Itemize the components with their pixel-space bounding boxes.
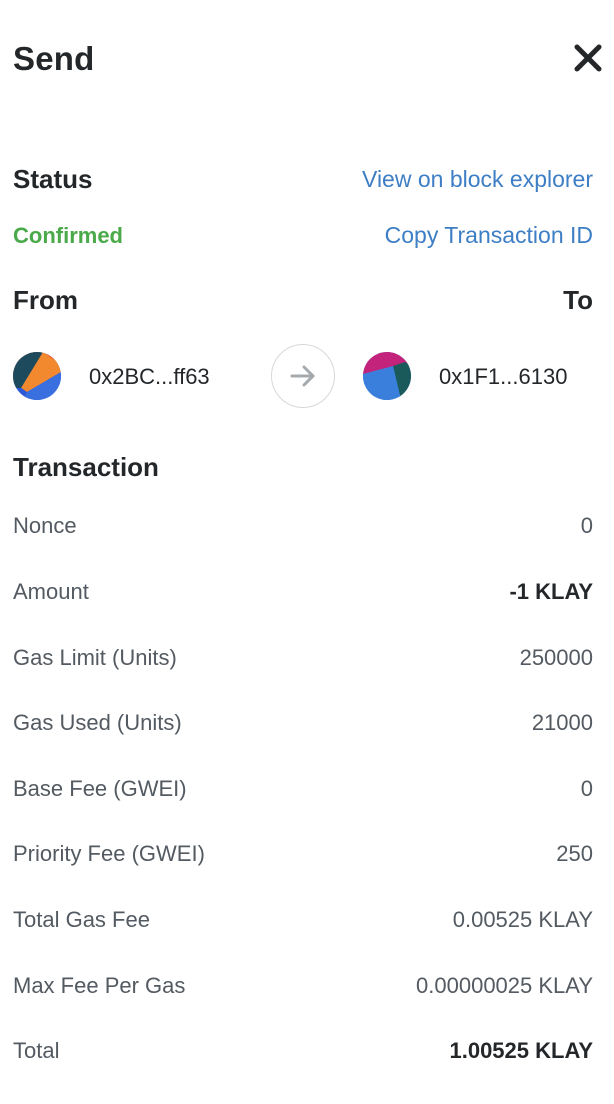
tx-row-max-fee-per-gas: Max Fee Per Gas 0.00000025 KLAY bbox=[13, 973, 593, 999]
tx-row-gas-limit: Gas Limit (Units) 250000 bbox=[13, 645, 593, 671]
tx-label: Nonce bbox=[13, 513, 77, 538]
tx-label: Amount bbox=[13, 579, 89, 604]
from-address[interactable]: 0x2BC...ff63 bbox=[89, 364, 210, 390]
identicon-icon bbox=[363, 352, 411, 400]
from-label: From bbox=[13, 285, 78, 315]
status-header-row: Status View on block explorer bbox=[13, 164, 593, 195]
tx-row-nonce: Nonce 0 bbox=[13, 513, 593, 539]
close-button[interactable] bbox=[570, 40, 606, 76]
status-value-row: Confirmed Copy Transaction ID bbox=[13, 222, 593, 249]
tx-row-priority-fee: Priority Fee (GWEI) 250 bbox=[13, 841, 593, 867]
tx-row-total-gas-fee: Total Gas Fee 0.00525 KLAY bbox=[13, 907, 593, 933]
transaction-label: Transaction bbox=[13, 452, 159, 482]
tx-row-amount: Amount -1 KLAY bbox=[13, 579, 593, 605]
tx-value: 0.00525 KLAY bbox=[452, 907, 593, 932]
direction-indicator bbox=[271, 344, 335, 408]
tx-label: Base Fee (GWEI) bbox=[13, 776, 187, 801]
identicon-icon bbox=[13, 352, 61, 400]
status-label: Status bbox=[13, 164, 93, 194]
to-address[interactable]: 0x1F1...6130 bbox=[439, 364, 567, 390]
transaction-header-row: Transaction bbox=[13, 452, 593, 483]
tx-value: 21000 bbox=[531, 710, 593, 735]
header: Send bbox=[0, 0, 614, 120]
page-title: Send bbox=[13, 40, 95, 77]
tx-value: 0 bbox=[580, 776, 593, 801]
tx-value: -1 KLAY bbox=[509, 579, 593, 604]
tx-value: 1.00525 KLAY bbox=[449, 1038, 593, 1063]
tx-label: Total bbox=[13, 1038, 60, 1063]
to-avatar[interactable] bbox=[363, 352, 411, 400]
tx-label: Priority Fee (GWEI) bbox=[13, 841, 205, 866]
view-on-block-explorer-link[interactable]: View on block explorer bbox=[362, 166, 593, 193]
tx-row-base-fee: Base Fee (GWEI) 0 bbox=[13, 776, 593, 802]
arrow-right-icon bbox=[290, 365, 315, 387]
tx-value: 250000 bbox=[519, 645, 593, 670]
tx-value: 0.00000025 KLAY bbox=[416, 973, 593, 998]
tx-label: Max Fee Per Gas bbox=[13, 973, 186, 998]
close-icon bbox=[574, 44, 602, 72]
status-badge: Confirmed bbox=[13, 222, 123, 248]
tx-label: Gas Limit (Units) bbox=[13, 645, 177, 670]
tx-value: 0 bbox=[580, 513, 593, 538]
to-label: To bbox=[563, 285, 593, 315]
tx-label: Gas Used (Units) bbox=[13, 710, 182, 735]
tx-row-gas-used: Gas Used (Units) 21000 bbox=[13, 710, 593, 736]
copy-transaction-id-link[interactable]: Copy Transaction ID bbox=[385, 222, 593, 249]
tx-value: 250 bbox=[556, 841, 593, 866]
address-row: 0x2BC...ff63 0x1F1...6130 bbox=[13, 344, 593, 410]
from-avatar[interactable] bbox=[13, 352, 61, 400]
tx-row-total: Total 1.00525 KLAY bbox=[13, 1038, 593, 1064]
tx-label: Total Gas Fee bbox=[13, 907, 150, 932]
from-to-header-row: From To bbox=[13, 285, 593, 316]
